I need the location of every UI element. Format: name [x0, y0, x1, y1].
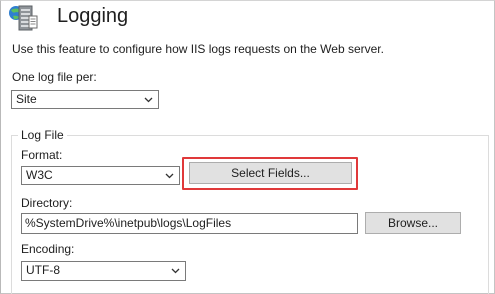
page-title: Logging: [57, 5, 129, 27]
feature-description: Use this feature to configure how IIS lo…: [12, 42, 384, 56]
chevron-down-icon: [171, 268, 180, 274]
logging-page: Logging Use this feature to configure ho…: [0, 0, 495, 294]
one-log-file-value: Site: [16, 92, 37, 106]
chevron-down-icon: [165, 173, 174, 179]
one-log-file-label: One log file per:: [12, 70, 97, 84]
format-value: W3C: [26, 168, 53, 182]
directory-input[interactable]: %SystemDrive%\inetpub\logs\LogFiles: [21, 213, 358, 234]
log-file-group-label: Log File: [18, 128, 67, 142]
one-log-file-select[interactable]: Site: [11, 90, 159, 109]
encoding-select[interactable]: UTF-8: [21, 261, 186, 281]
select-fields-highlight: [182, 157, 358, 190]
directory-label: Directory:: [21, 196, 73, 210]
encoding-value: UTF-8: [26, 263, 60, 277]
logging-server-icon: [7, 4, 39, 32]
chevron-down-icon: [144, 97, 153, 103]
encoding-label: Encoding:: [21, 242, 75, 256]
format-select[interactable]: W3C: [21, 166, 180, 185]
format-label: Format:: [21, 148, 63, 162]
browse-button[interactable]: Browse...: [365, 212, 461, 234]
